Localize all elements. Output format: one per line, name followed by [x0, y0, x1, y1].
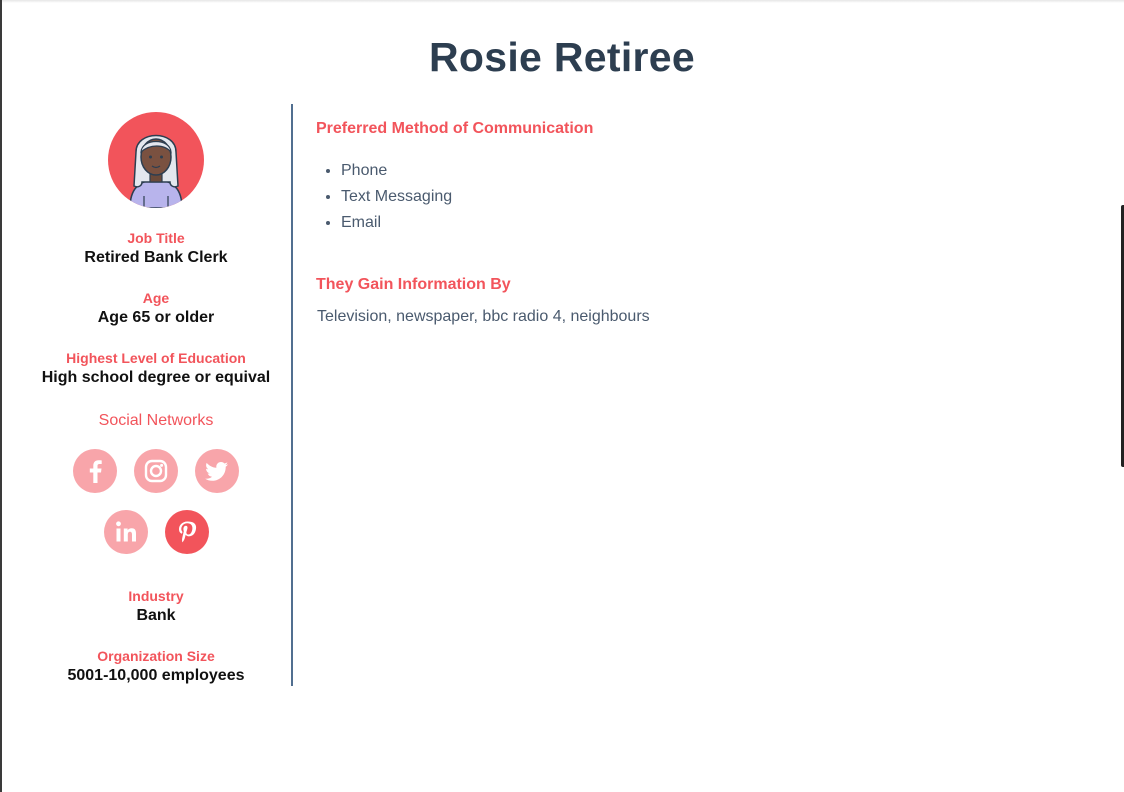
communication-item: Phone [341, 158, 1096, 184]
instagram-icon[interactable] [134, 449, 178, 493]
persona-name: Rosie Retiree [429, 34, 695, 80]
communication-heading: Preferred Method of Communication [316, 120, 594, 137]
social-icons-row-2 [30, 510, 282, 554]
communication-list: Phone Text Messaging Email [316, 158, 1096, 236]
job-title-label: Job Title [127, 230, 185, 246]
organization-size-field: Organization Size 5001-10,000 employees [30, 646, 282, 686]
persona-details: Preferred Method of Communication Phone … [316, 118, 1096, 328]
communication-item: Email [341, 210, 1096, 236]
window-top-edge [0, 0, 1124, 3]
information-heading: They Gain Information By [316, 276, 511, 293]
column-divider [291, 104, 293, 686]
industry-field: Industry Bank [30, 586, 282, 626]
industry-label: Industry [128, 588, 184, 604]
communication-item: Text Messaging [341, 184, 1096, 210]
industry-value: Bank [136, 607, 176, 624]
job-title-value: Retired Bank Clerk [84, 249, 228, 266]
age-value: Age 65 or older [97, 309, 215, 326]
linkedin-icon[interactable] [103, 510, 148, 554]
social-networks-label: Social Networks [98, 412, 214, 429]
avatar-illustration-icon [108, 112, 204, 208]
facebook-icon[interactable] [73, 449, 117, 493]
persona-sidebar: Job Title Retired Bank Clerk Age Age 65 … [30, 110, 282, 686]
age-label: Age [142, 290, 170, 306]
age-field: Age Age 65 or older [30, 288, 282, 328]
job-title-field: Job Title Retired Bank Clerk [30, 228, 282, 268]
education-value: High school degree or equival [41, 369, 271, 386]
social-icons-row [30, 449, 282, 493]
education-field: Highest Level of Education High school d… [30, 348, 282, 388]
education-label: Highest Level of Education [66, 350, 246, 366]
organization-size-value: 5001-10,000 employees [67, 667, 245, 684]
pinterest-icon[interactable] [164, 510, 209, 554]
twitter-icon[interactable] [195, 449, 239, 493]
organization-size-label: Organization Size [97, 648, 215, 664]
information-text: Television, newspaper, bbc radio 4, neig… [317, 308, 650, 325]
window-left-border [0, 0, 2, 792]
persona-avatar [108, 112, 204, 208]
